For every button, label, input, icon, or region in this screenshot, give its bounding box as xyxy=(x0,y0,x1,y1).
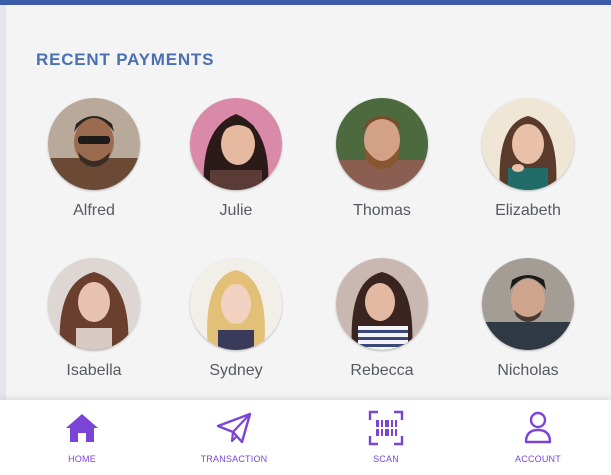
avatar xyxy=(482,258,574,350)
avatar xyxy=(190,258,282,350)
contact-name: Thomas xyxy=(353,202,411,219)
avatar xyxy=(190,98,282,190)
avatar xyxy=(48,98,140,190)
nav-home[interactable]: HOME xyxy=(22,408,142,472)
avatar xyxy=(48,258,140,350)
contact-name: Rebecca xyxy=(350,362,414,379)
contact-name: Isabella xyxy=(66,362,122,379)
nav-scan[interactable]: SCAN xyxy=(326,408,446,472)
recent-payments-grid: Alfred Julie Thomas Elizabeth Isabella S… xyxy=(24,98,608,398)
contact-elizabeth[interactable]: Elizabeth xyxy=(458,98,598,220)
home-icon xyxy=(66,414,98,442)
contact-sydney[interactable]: Sydney xyxy=(166,258,306,380)
contact-isabella[interactable]: Isabella xyxy=(24,258,164,380)
contact-rebecca[interactable]: Rebecca xyxy=(312,258,452,380)
nav-account[interactable]: ACCOUNT xyxy=(478,408,598,472)
user-icon xyxy=(524,411,552,444)
avatar xyxy=(482,98,574,190)
nav-label-account: ACCOUNT xyxy=(515,454,561,464)
contact-julie[interactable]: Julie xyxy=(166,98,306,220)
contact-name: Sydney xyxy=(209,362,263,379)
nav-label-scan: SCAN xyxy=(373,454,399,464)
nav-label-transaction: TRANSACTION xyxy=(200,454,268,464)
avatar xyxy=(336,258,428,350)
contact-name: Elizabeth xyxy=(495,202,561,219)
contact-name: Julie xyxy=(219,202,253,219)
nav-transaction[interactable]: TRANSACTION xyxy=(174,408,294,472)
bottom-navigation: HOME TRANSACTION SCAN ACCOUNT xyxy=(0,400,611,475)
section-title: RECENT PAYMENTS xyxy=(36,50,215,69)
top-accent-bar xyxy=(0,0,611,5)
contact-thomas[interactable]: Thomas xyxy=(312,98,452,220)
avatar xyxy=(336,98,428,190)
contact-name: Alfred xyxy=(73,202,115,219)
qr-scan-icon xyxy=(368,410,404,446)
contact-alfred[interactable]: Alfred xyxy=(24,98,164,220)
contact-nicholas[interactable]: Nicholas xyxy=(458,258,598,380)
contact-name: Nicholas xyxy=(497,362,559,379)
paper-plane-icon xyxy=(216,412,252,444)
nav-label-home: HOME xyxy=(68,454,96,464)
